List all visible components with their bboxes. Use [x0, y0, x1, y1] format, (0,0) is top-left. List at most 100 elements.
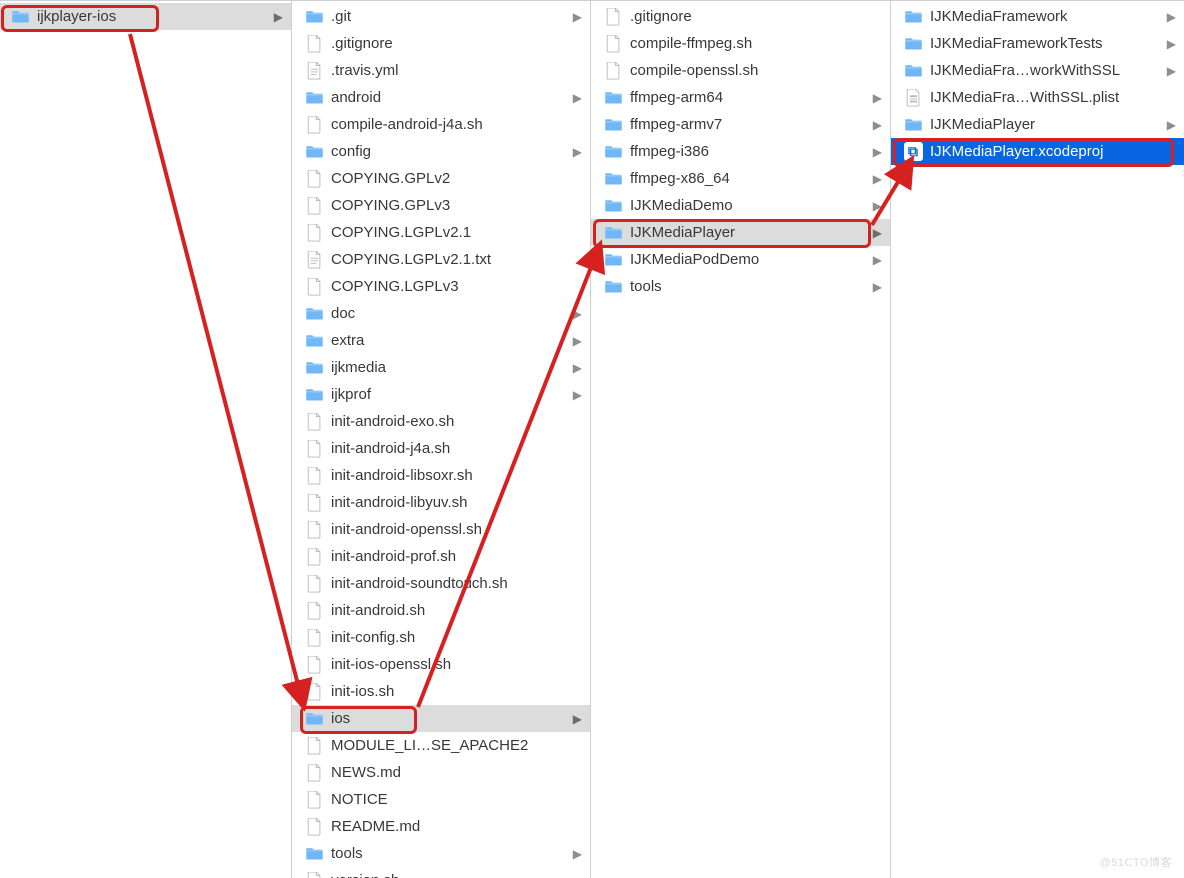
finder-item-copying-lgplv2-1-txt[interactable]: COPYING.LGPLv2.1.txt [292, 246, 590, 273]
item-label: IJKMediaFra…workWithSSL [930, 62, 1163, 79]
finder-item-ijkmedia[interactable]: ijkmedia▶ [292, 354, 590, 381]
finder-item-ijkprof[interactable]: ijkprof▶ [292, 381, 590, 408]
finder-item-ijkmediaframework[interactable]: IJKMediaFramework▶ [891, 3, 1184, 30]
item-label: COPYING.LGPLv2.1.txt [331, 251, 582, 268]
text-file-icon [304, 61, 324, 81]
folder-icon [304, 358, 324, 378]
item-label: init-android-soundtouch.sh [331, 575, 582, 592]
finder-item-ijkplayer-ios[interactable]: ijkplayer-ios▶ [0, 3, 291, 30]
finder-item-copying-lgplv2-1[interactable]: COPYING.LGPLv2.1 [292, 219, 590, 246]
finder-item--gitignore[interactable]: .gitignore [292, 30, 590, 57]
finder-item-version-sh[interactable]: version.sh [292, 867, 590, 878]
finder-item-ijkmediafra-withssl-plist[interactable]: IJKMediaFra…WithSSL.plist [891, 84, 1184, 111]
finder-item-doc[interactable]: doc▶ [292, 300, 590, 327]
finder-item-ijkmediaplayer[interactable]: IJKMediaPlayer ▶ [591, 219, 890, 246]
item-label: compile-openssl.sh [630, 62, 882, 79]
finder-item-init-android-openssl-sh[interactable]: init-android-openssl.sh [292, 516, 590, 543]
file-icon [304, 34, 324, 54]
item-label: android [331, 89, 569, 106]
finder-item-ffmpeg-x86-64[interactable]: ffmpeg-x86_64▶ [591, 165, 890, 192]
finder-item-notice[interactable]: NOTICE [292, 786, 590, 813]
item-label: tools [630, 278, 869, 295]
item-label: IJKMediaPlayer [630, 224, 869, 241]
folder-icon [603, 142, 623, 162]
finder-item-ios[interactable]: ios▶ [292, 705, 590, 732]
chevron-right-icon: ▶ [873, 226, 882, 240]
finder-item-init-android-soundtouch-sh[interactable]: init-android-soundtouch.sh [292, 570, 590, 597]
chevron-right-icon: ▶ [1167, 10, 1176, 24]
chevron-right-icon: ▶ [873, 172, 882, 186]
finder-item--gitignore[interactable]: .gitignore [591, 3, 890, 30]
finder-item--git[interactable]: .git ▶ [292, 3, 590, 30]
finder-item-tools[interactable]: tools▶ [591, 273, 890, 300]
finder-item-readme-md[interactable]: README.md [292, 813, 590, 840]
chevron-right-icon: ▶ [873, 199, 882, 213]
folder-icon [603, 223, 623, 243]
item-label: IJKMediaPodDemo [630, 251, 869, 268]
item-label: COPYING.LGPLv3 [331, 278, 582, 295]
item-label: .git [331, 8, 569, 25]
chevron-right-icon: ▶ [573, 145, 582, 159]
finder-item-compile-android-j4a-sh[interactable]: compile-android-j4a.sh [292, 111, 590, 138]
finder-item-news-md[interactable]: NEWS.md [292, 759, 590, 786]
chevron-right-icon: ▶ [1167, 37, 1176, 51]
item-label: IJKMediaPlayer.xcodeproj [930, 143, 1176, 160]
finder-item-ijkmediaframeworktests[interactable]: IJKMediaFrameworkTests ▶ [891, 30, 1184, 57]
column-3: .gitignore compile-ffmpeg.sh compile-opens… [591, 1, 891, 878]
finder-item-module-li-se-apache2[interactable]: MODULE_LI…SE_APACHE2 [292, 732, 590, 759]
finder-item-init-android-j4a-sh[interactable]: init-android-j4a.sh [292, 435, 590, 462]
item-label: compile-ffmpeg.sh [630, 35, 882, 52]
finder-item-extra[interactable]: extra▶ [292, 327, 590, 354]
finder-item-android[interactable]: android▶ [292, 84, 590, 111]
finder-item-ijkmediaplayer-xcodeproj[interactable]: ⧉IJKMediaPlayer.xcodeproj [891, 138, 1184, 165]
item-label: init-android-exo.sh [331, 413, 582, 430]
finder-item-ijkmediaplayer[interactable]: IJKMediaPlayer▶ [891, 111, 1184, 138]
item-label: init-android-j4a.sh [331, 440, 582, 457]
finder-item-ijkmediapoddemo[interactable]: IJKMediaPodDemo▶ [591, 246, 890, 273]
finder-item-ijkmediademo[interactable]: IJKMediaDemo ▶ [591, 192, 890, 219]
finder-item-init-android-sh[interactable]: init-android.sh [292, 597, 590, 624]
item-label: NOTICE [331, 791, 582, 808]
item-label: compile-android-j4a.sh [331, 116, 582, 133]
finder-item-copying-gplv2[interactable]: COPYING.GPLv2 [292, 165, 590, 192]
item-label: .travis.yml [331, 62, 582, 79]
finder-item-copying-lgplv3[interactable]: COPYING.LGPLv3 [292, 273, 590, 300]
folder-icon [304, 331, 324, 351]
finder-item-tools[interactable]: tools▶ [292, 840, 590, 867]
finder-item-init-android-prof-sh[interactable]: init-android-prof.sh [292, 543, 590, 570]
finder-item-init-ios-openssl-sh[interactable]: init-ios-openssl.sh [292, 651, 590, 678]
item-label: IJKMediaFra…WithSSL.plist [930, 89, 1176, 106]
folder-icon [304, 88, 324, 108]
finder-item-init-ios-sh[interactable]: init-ios.sh [292, 678, 590, 705]
finder-item-ffmpeg-arm64[interactable]: ffmpeg-arm64▶ [591, 84, 890, 111]
finder-item-compile-openssl-sh[interactable]: compile-openssl.sh [591, 57, 890, 84]
finder-item-compile-ffmpeg-sh[interactable]: compile-ffmpeg.sh [591, 30, 890, 57]
item-label: IJKMediaDemo [630, 197, 869, 214]
item-label: ffmpeg-arm64 [630, 89, 869, 106]
finder-item-init-android-exo-sh[interactable]: init-android-exo.sh [292, 408, 590, 435]
finder-item-init-android-libyuv-sh[interactable]: init-android-libyuv.sh [292, 489, 590, 516]
file-icon [304, 736, 324, 756]
column-4: IJKMediaFramework▶IJKMediaFrameworkTests… [891, 1, 1184, 878]
folder-icon [304, 385, 324, 405]
finder-item-ffmpeg-i386[interactable]: ffmpeg-i386▶ [591, 138, 890, 165]
chevron-right-icon: ▶ [573, 10, 582, 24]
item-label: COPYING.LGPLv2.1 [331, 224, 582, 241]
finder-item-copying-gplv3[interactable]: COPYING.GPLv3 [292, 192, 590, 219]
finder-item-ffmpeg-armv7[interactable]: ffmpeg-armv7▶ [591, 111, 890, 138]
chevron-right-icon: ▶ [573, 361, 582, 375]
finder-item-config[interactable]: config▶ [292, 138, 590, 165]
item-label: extra [331, 332, 569, 349]
file-icon [304, 547, 324, 567]
plist-file-icon [903, 88, 923, 108]
folder-icon [603, 277, 623, 297]
finder-item-init-config-sh[interactable]: init-config.sh [292, 624, 590, 651]
item-label: MODULE_LI…SE_APACHE2 [331, 737, 582, 754]
chevron-right-icon: ▶ [1167, 64, 1176, 78]
finder-item-init-android-libsoxr-sh[interactable]: init-android-libsoxr.sh [292, 462, 590, 489]
folder-icon [304, 7, 324, 27]
chevron-right-icon: ▶ [573, 712, 582, 726]
item-label: IJKMediaFrameworkTests [930, 35, 1163, 52]
finder-item-ijkmediafra-workwithssl[interactable]: IJKMediaFra…workWithSSL ▶ [891, 57, 1184, 84]
finder-item--travis-yml[interactable]: .travis.yml [292, 57, 590, 84]
